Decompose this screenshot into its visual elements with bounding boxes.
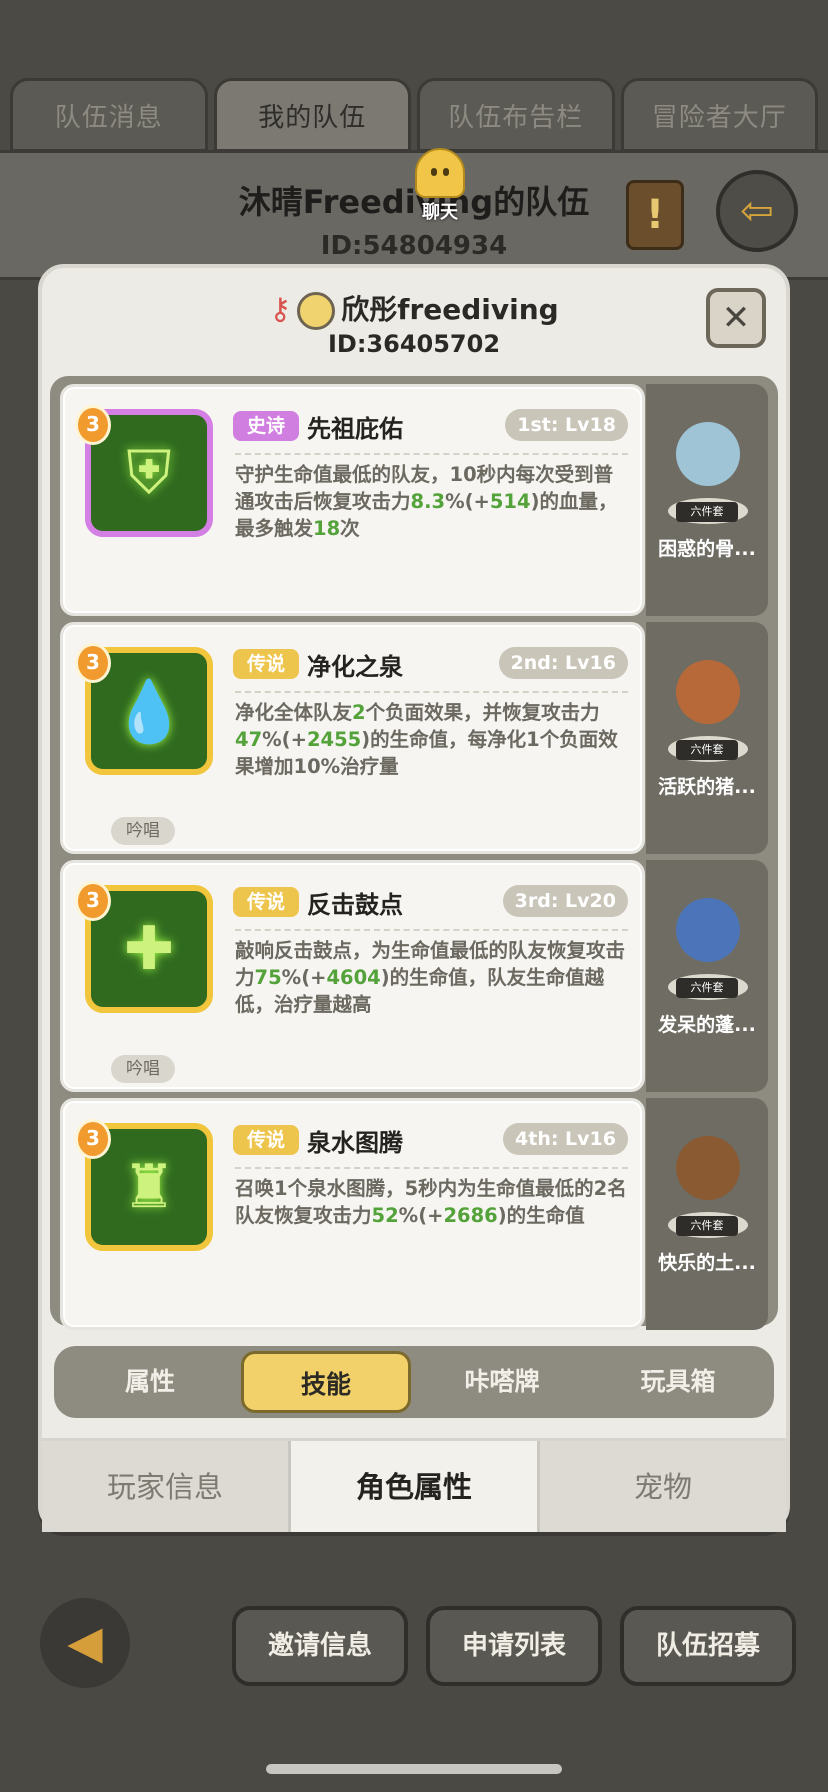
chant-tag: 吟唱 — [111, 1055, 175, 1083]
avatar[interactable] — [297, 292, 336, 330]
divider — [235, 929, 628, 931]
application-list-button[interactable]: 申请列表 — [426, 1606, 602, 1686]
subtab-toybox[interactable]: 玩具箱 — [593, 1351, 763, 1413]
skill-rank: 3rd: Lv20 — [502, 885, 628, 917]
player-id: ID:36405702 — [327, 330, 501, 358]
rarity-badge: 传说 — [233, 1125, 299, 1155]
skill-name: 净化之泉 — [307, 653, 403, 681]
chat-label: 聊天 — [422, 202, 458, 223]
team-id: ID:54804934 — [320, 231, 508, 261]
skill-name: 泉水图腾 — [307, 1129, 403, 1157]
tab-team-board[interactable]: 队伍布告栏 — [417, 78, 615, 152]
key-icon: ⚷ — [269, 292, 292, 327]
companion-card[interactable]: 六件套 快乐的土... — [646, 1098, 768, 1330]
skill-card[interactable]: 3 ♜ 传说 泉水图腾 4th: Lv16 召唤1个泉水图腾，5秒内为生命值最低… — [60, 1098, 645, 1330]
companion-name: 活跃的猪... — [658, 776, 756, 798]
skill-card[interactable]: 3 ✚ 吟唱 传说 反击鼓点 3rd: Lv20 敲响反击鼓点，为生命值最低的队… — [60, 860, 645, 1092]
skill-description: 召唤1个泉水图腾，5秒内为生命值最低的2名队友恢复攻击力52%(+2686)的生… — [235, 1177, 627, 1227]
tab-character-attributes[interactable]: 角色属性 — [288, 1441, 540, 1532]
team-recruit-button[interactable]: 队伍招募 — [620, 1606, 796, 1686]
invite-info-button[interactable]: 邀请信息 — [232, 1606, 408, 1686]
notice-scroll-icon[interactable]: ! — [626, 180, 684, 250]
tab-my-team[interactable]: 我的队伍 — [213, 78, 411, 152]
skill-level-badge: 3 — [75, 1119, 111, 1159]
divider — [235, 453, 628, 455]
companion-name: 快乐的土... — [658, 1252, 756, 1274]
skill-rank: 2nd: Lv16 — [498, 647, 628, 679]
team-tabs: 队伍消息 我的队伍 队伍布告栏 冒险者大厅 — [10, 78, 818, 152]
skill-level-badge: 3 — [75, 881, 111, 921]
skill-description: 净化全体队友2个负面效果，并恢复攻击力47%(+2455)的生命值，每净化1个负… — [235, 701, 618, 778]
rarity-badge: 传说 — [233, 649, 299, 679]
exit-team-icon[interactable]: ⇦ — [716, 170, 798, 252]
player-detail-panel: ⚷ 欣彤freediving ID:36405702 ✕ 3 ⛨ 史诗 先祖庇佑 … — [38, 264, 790, 1532]
skill-list[interactable]: 3 ⛨ 史诗 先祖庇佑 1st: Lv18 守护生命值最低的队友，10秒内每次受… — [50, 376, 778, 1330]
skill-rank: 1st: Lv18 — [505, 409, 628, 441]
skill-level-badge: 3 — [75, 405, 111, 445]
companion-name: 发呆的蓬... — [658, 1014, 756, 1036]
skill-rank: 4th: Lv16 — [503, 1123, 628, 1155]
player-row: ⚷ 欣彤freediving — [42, 288, 786, 330]
tab-pets[interactable]: 宠物 — [540, 1441, 786, 1532]
skill-description: 敲响反击鼓点，为生命值最低的队友恢复攻击力75%(+4604)的生命值，队友生命… — [235, 939, 626, 1016]
home-indicator[interactable] — [266, 1764, 562, 1774]
detail-subtabs: 属性 技能 咔嗒牌 玩具箱 — [54, 1346, 774, 1418]
close-button[interactable]: ✕ — [706, 288, 766, 348]
companion-card[interactable]: 六件套 活跃的猪... — [646, 622, 768, 854]
subtab-attributes[interactable]: 属性 — [65, 1351, 235, 1413]
subtab-cards[interactable]: 咔嗒牌 — [417, 1351, 587, 1413]
rarity-badge: 史诗 — [233, 411, 299, 441]
panel-header: ⚷ 欣彤freediving ID:36405702 ✕ — [42, 268, 786, 378]
skill-level-badge: 3 — [75, 643, 111, 683]
companion-card[interactable]: 六件套 发呆的蓬... — [646, 860, 768, 1092]
chat-button[interactable]: 聊天 — [398, 148, 482, 223]
skill-card[interactable]: 3 ⛨ 史诗 先祖庇佑 1st: Lv18 守护生命值最低的队友，10秒内每次受… — [60, 384, 645, 616]
companion-tag: 六件套 — [676, 740, 738, 760]
tab-team-messages[interactable]: 队伍消息 — [10, 78, 208, 152]
tab-player-info[interactable]: 玩家信息 — [42, 1441, 288, 1532]
notice-mark: ! — [645, 192, 665, 238]
divider — [235, 691, 628, 693]
skill-name: 反击鼓点 — [307, 891, 403, 919]
chat-ghost-icon — [415, 148, 465, 198]
chant-tag: 吟唱 — [111, 817, 175, 845]
player-name: 欣彤freediving — [341, 293, 559, 326]
tab-adventurer-hall[interactable]: 冒险者大厅 — [620, 78, 818, 152]
back-arrow-icon[interactable]: ◀ — [40, 1598, 130, 1688]
companion-name: 困惑的骨... — [658, 538, 756, 560]
divider — [235, 1167, 628, 1169]
rarity-badge: 传说 — [233, 887, 299, 917]
subtab-skills[interactable]: 技能 — [241, 1351, 411, 1413]
skill-card[interactable]: 3 💧 吟唱 传说 净化之泉 2nd: Lv16 净化全体队友2个负面效果，并恢… — [60, 622, 645, 854]
panel-bottom-tabs: 玩家信息 角色属性 宠物 — [42, 1438, 786, 1532]
skill-name: 先祖庇佑 — [307, 415, 403, 443]
skill-description: 守护生命值最低的队友，10秒内每次受到普通攻击后恢复攻击力8.3%(+514)的… — [235, 463, 618, 540]
companion-tag: 六件套 — [676, 502, 738, 522]
companion-tag: 六件套 — [676, 1216, 738, 1236]
companion-card[interactable]: 六件套 困惑的骨... — [646, 384, 768, 616]
companion-tag: 六件套 — [676, 978, 738, 998]
